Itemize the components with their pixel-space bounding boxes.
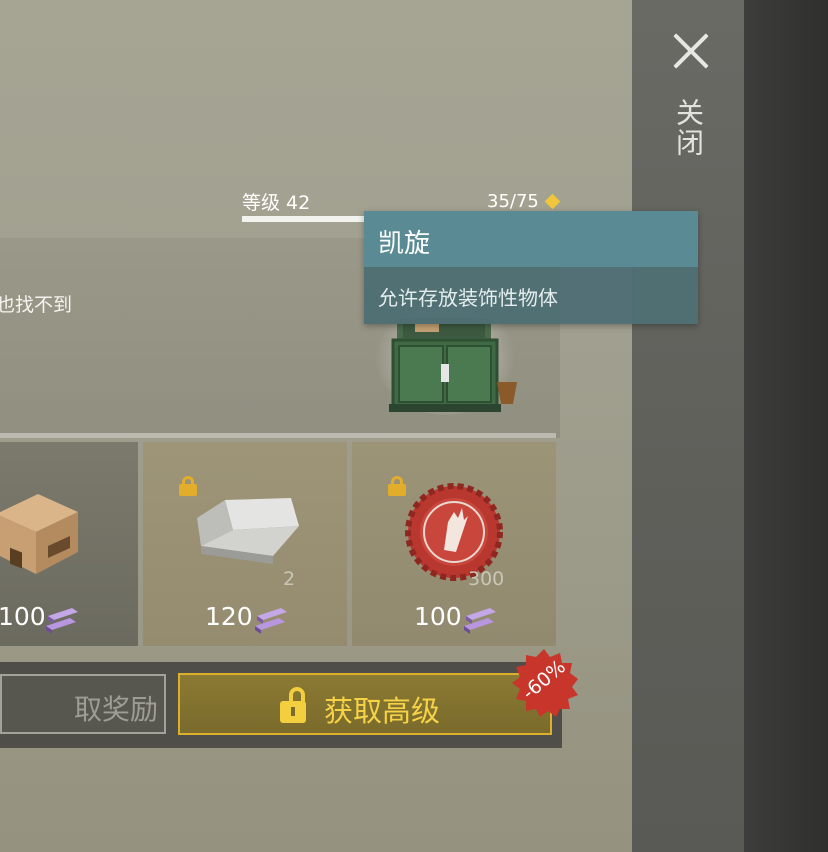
claim-reward-button[interactable]: 取奖励 [0,674,166,734]
reward-card-crate[interactable]: 100 [0,442,138,646]
lock-icon [179,476,197,496]
right-rail-edge [744,0,828,852]
claim-reward-label: 取奖励 [73,693,158,726]
bottle-cap-icon [405,483,503,581]
close-button[interactable]: 关闭 [664,30,716,180]
reward-price: 120 [205,602,253,631]
xp-counter: 35/75 [487,191,539,212]
reward-quantity: 300 [468,568,505,590]
reward-price: 100 [414,602,462,631]
reward-card-bottlecap[interactable]: 300 100 [352,442,556,646]
reward-price: 100 [0,602,46,631]
divider [0,433,556,438]
tooltip-title-bar: 凯旋 [364,211,698,267]
level-label: 等级 42 [242,192,311,214]
tooltip-text: 允许存放装饰性物体 [378,286,558,310]
get-premium-label: 获取高级 [324,694,441,728]
purple-bars-icon [46,608,78,634]
tooltip-title: 凯旋 [378,229,431,259]
description-text: 也找不到 [0,294,73,316]
silver-ingot-icon [197,498,299,564]
crate-icon [0,494,78,574]
purple-bars-icon [255,608,287,634]
reward-quantity: 2 [283,568,296,590]
get-premium-button[interactable]: 获取高级 [178,673,552,735]
unlock-icon [280,687,306,723]
reward-card-ingot[interactable]: 2 120 [143,442,347,646]
discount-badge: -60% [508,647,580,719]
purple-bars-icon [464,608,496,634]
tooltip-body: 允许存放装饰性物体 [364,267,698,324]
close-label: 关闭 [672,98,705,158]
item-tooltip: 凯旋 允许存放装饰性物体 [364,211,698,324]
close-icon[interactable] [672,32,710,70]
